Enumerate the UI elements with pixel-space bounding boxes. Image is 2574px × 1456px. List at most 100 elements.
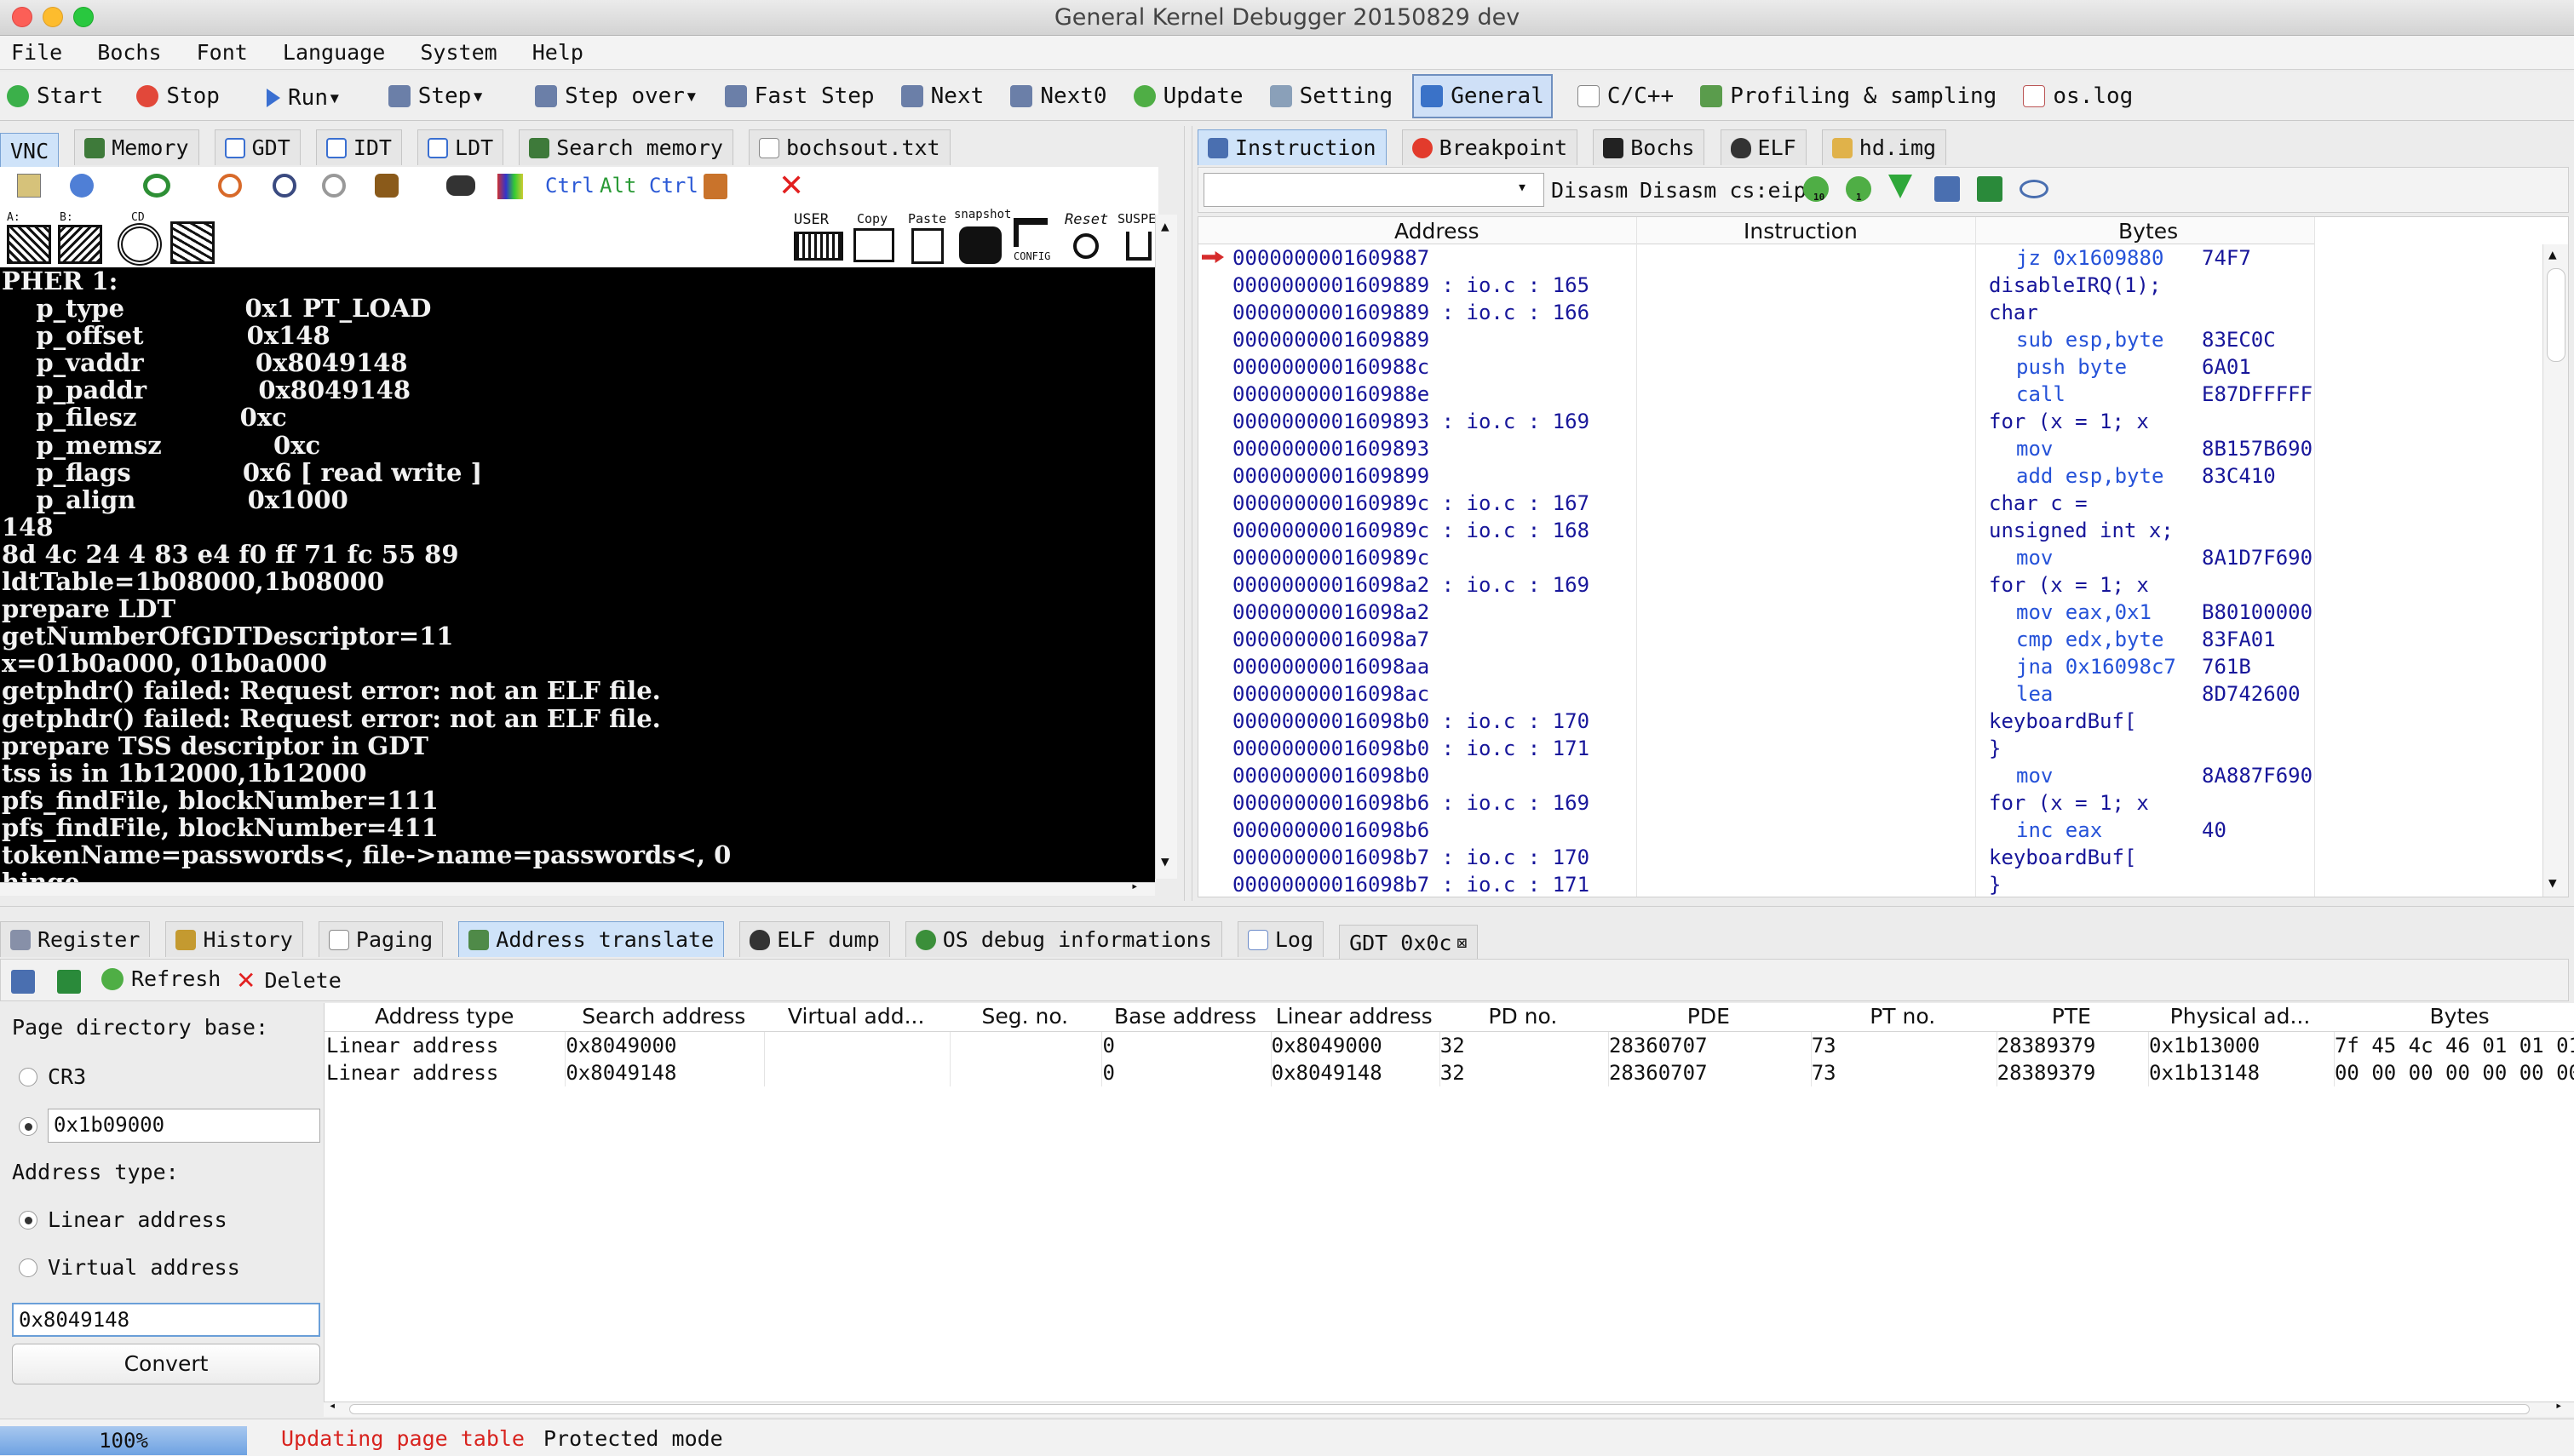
instruction-row[interactable]: 00000000016098b0 : io.c : 170 keyboardBu…: [1198, 708, 2314, 735]
save-icon[interactable]: [11, 970, 35, 994]
instruction-row[interactable]: 0000000001609889 : io.c : 166 char: [1198, 299, 2314, 326]
next-button[interactable]: Next: [894, 74, 991, 118]
tab-elf-dump[interactable]: ELF dump: [739, 921, 890, 957]
minimize-window-button[interactable]: [43, 7, 63, 27]
page-directory-base-input[interactable]: 0x1b09000: [48, 1109, 320, 1143]
scroll-thumb[interactable]: [349, 1404, 2530, 1414]
result-column-header[interactable]: Virtual add...: [763, 1003, 949, 1030]
run-button[interactable]: Run ▾: [260, 76, 348, 120]
fast-step-button[interactable]: Fast Step: [718, 74, 882, 118]
close-icon[interactable]: ⊠: [1456, 932, 1467, 953]
instruction-row[interactable]: 000000000160989c mov 8A1D7F690900: [1198, 544, 2314, 571]
close-window-button[interactable]: [12, 7, 32, 27]
menu-system[interactable]: System: [409, 36, 508, 70]
excel-icon[interactable]: [57, 970, 81, 994]
result-column-header[interactable]: Base address: [1100, 1003, 1269, 1030]
close-icon[interactable]: ✕: [779, 169, 804, 203]
instruction-row[interactable]: 00000000016098b6 : io.c : 169 for (x = 1;…: [1198, 789, 2314, 817]
result-column-header[interactable]: Address type: [325, 1003, 564, 1030]
tab-history[interactable]: History: [165, 921, 303, 957]
scroll-right-icon[interactable]: ▸: [1131, 880, 1138, 893]
instruction-row[interactable]: 0000000001609889 : io.c : 165 disableIRQ(…: [1198, 272, 2314, 299]
vnc-console-output[interactable]: PHER 1: p_type 0x1 PT_LOAD p_offset 0x14…: [0, 267, 1155, 886]
virtual-address-radio[interactable]: [19, 1258, 37, 1277]
tab-os-debug[interactable]: OS debug informations: [905, 921, 1222, 957]
zoom-in-icon[interactable]: [273, 174, 296, 198]
tab-instruction[interactable]: Instruction: [1198, 129, 1387, 165]
floppy-b-icon[interactable]: [58, 225, 102, 264]
instruction-row[interactable]: 0000000001609887 jz 0x1609880 74F7: [1198, 244, 2314, 272]
eye-icon[interactable]: [2020, 180, 2048, 198]
down-arrow-icon[interactable]: [1888, 175, 1912, 198]
ctrl-key-button[interactable]: Ctrl: [545, 174, 595, 198]
instruction-row[interactable]: 00000000016098ac lea 8D742600: [1198, 680, 2314, 708]
excel-icon[interactable]: [1977, 176, 2002, 202]
result-column-header[interactable]: PD no.: [1439, 1003, 1607, 1030]
menu-font[interactable]: Font: [186, 36, 259, 70]
address-input[interactable]: 0x8049148: [12, 1303, 320, 1337]
console-horizontal-scrollbar[interactable]: ▸: [0, 880, 1155, 896]
setting-button[interactable]: Setting: [1263, 74, 1400, 118]
scroll-down-icon[interactable]: ▼: [2548, 874, 2557, 891]
result-column-header[interactable]: Search address: [564, 1003, 763, 1030]
refresh-icon[interactable]: [143, 174, 170, 198]
result-column-header[interactable]: PTE: [1996, 1003, 2147, 1030]
result-row[interactable]: Linear address 0x8049148 0 0x8049148 32 28360…: [325, 1059, 2574, 1086]
horizontal-splitter[interactable]: [0, 906, 2574, 913]
result-column-header[interactable]: Linear address: [1270, 1003, 1439, 1030]
scroll-down-icon[interactable]: ▼: [1161, 853, 1169, 869]
tab-bochsout[interactable]: bochsout.txt: [748, 129, 951, 165]
instruction-row[interactable]: 0000000001609899 add esp,byte 83C410: [1198, 462, 2314, 490]
instruction-row[interactable]: 000000000160988e call E87DFFFFFF: [1198, 381, 2314, 408]
tab-log[interactable]: Log: [1237, 921, 1324, 957]
menu-language[interactable]: Language: [272, 36, 396, 70]
tab-memory[interactable]: Memory: [74, 129, 199, 165]
instruction-row[interactable]: 000000000160989c : io.c : 167 char c =: [1198, 490, 2314, 517]
palette-icon[interactable]: [497, 174, 523, 199]
instruction-row[interactable]: 000000000160988c push byte 6A01: [1198, 353, 2314, 381]
refresh-button[interactable]: Refresh: [101, 966, 221, 991]
instruction-row[interactable]: 00000000016098a7 cmp edx,byte 83FA01: [1198, 626, 2314, 653]
power-icon[interactable]: [1126, 232, 1152, 261]
table-horizontal-scrollbar[interactable]: ◂ ▸: [324, 1399, 2574, 1417]
vertical-splitter[interactable]: [1184, 126, 1192, 901]
scroll-thumb[interactable]: [2547, 268, 2565, 362]
result-column-header[interactable]: Physical ad...: [2147, 1003, 2333, 1030]
bytes-column-header[interactable]: Bytes: [2118, 219, 2178, 244]
config-icon[interactable]: [1014, 218, 1048, 247]
result-column-header[interactable]: PT no.: [1810, 1003, 1996, 1030]
profiling-button[interactable]: Profiling & sampling: [1693, 74, 2003, 118]
zoom-out-icon[interactable]: [322, 174, 346, 198]
console-vertical-scrollbar[interactable]: ▲ ▼: [1155, 215, 1177, 879]
tab-breakpoint[interactable]: Breakpoint: [1401, 129, 1578, 165]
result-row[interactable]: Linear address 0x8049000 0 0x8049000 32 28360…: [325, 1032, 2574, 1059]
general-button[interactable]: General: [1412, 74, 1553, 118]
tab-ldt[interactable]: LDT: [417, 129, 504, 165]
scroll-up-icon[interactable]: ▲: [1161, 218, 1169, 234]
result-column-header[interactable]: PDE: [1607, 1003, 1810, 1030]
update-button[interactable]: Update: [1127, 74, 1250, 118]
glasses-icon[interactable]: [446, 175, 475, 196]
instruction-row[interactable]: 0000000001609889 sub esp,byte 83EC0C: [1198, 326, 2314, 353]
instruction-row[interactable]: 000000000160989c : io.c : 168 unsigned in…: [1198, 517, 2314, 544]
instruction-row[interactable]: 00000000016098b0 mov 8A887F690900: [1198, 762, 2314, 789]
tab-gdt-0x0c[interactable]: GDT 0x0c ⊠: [1339, 924, 1478, 960]
tab-bochs[interactable]: Bochs: [1593, 129, 1705, 165]
tab-paging[interactable]: Paging: [318, 921, 444, 957]
reset-icon[interactable]: [1073, 233, 1099, 259]
tab-vnc[interactable]: VNC: [0, 132, 60, 169]
cr3-radio[interactable]: [19, 1068, 37, 1086]
cpp-button[interactable]: C/C++: [1571, 74, 1681, 118]
next0-button[interactable]: Next0: [1003, 74, 1113, 118]
paste-icon[interactable]: [911, 228, 944, 264]
tab-hd-img[interactable]: hd.img: [1821, 129, 1947, 165]
clipboard-icon[interactable]: [704, 174, 727, 199]
cdrom-icon[interactable]: [118, 223, 162, 266]
disasm-button[interactable]: Disasm: [1551, 178, 1628, 203]
info-icon[interactable]: [70, 174, 94, 198]
instruction-row[interactable]: 00000000016098b0 : io.c : 171}: [1198, 735, 2314, 762]
scroll-left-icon[interactable]: ◂: [329, 1399, 336, 1413]
menu-help[interactable]: Help: [521, 36, 595, 70]
stop-button[interactable]: Stop: [129, 74, 227, 118]
instruction-row[interactable]: 0000000001609893 : io.c : 169 for (x = 1;…: [1198, 408, 2314, 435]
